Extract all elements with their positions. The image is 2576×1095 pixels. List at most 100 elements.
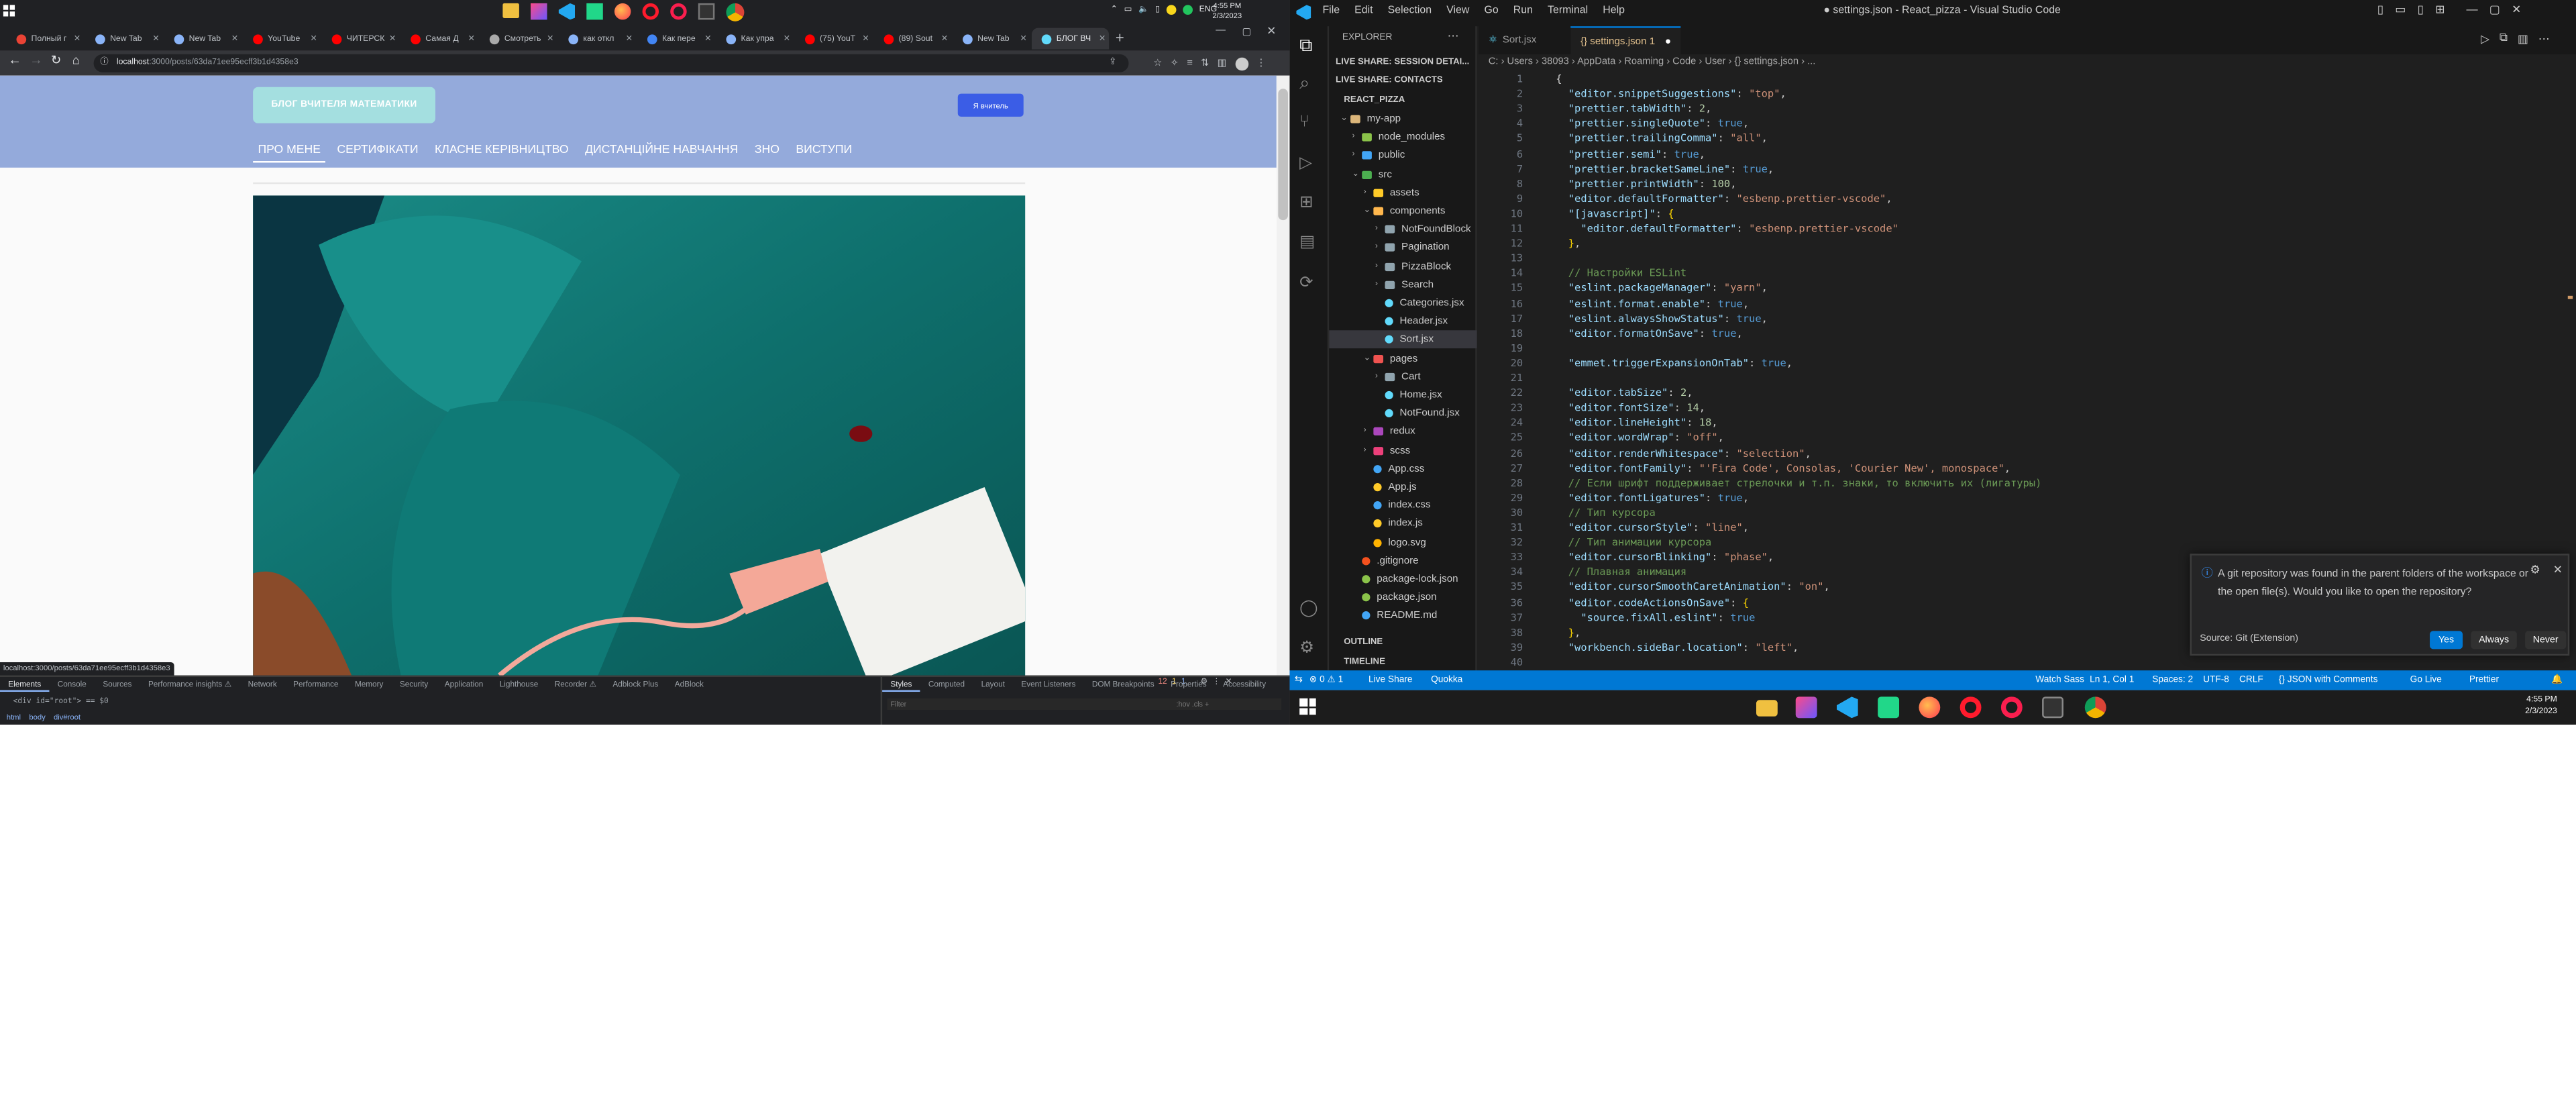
browser-tab[interactable]: ЧИТЕРСК ✕ [322, 28, 399, 50]
browser-tab[interactable]: (89) Sout ✕ [874, 28, 951, 50]
cursor-position[interactable]: Ln 1, Col 1 [2090, 670, 2134, 690]
tree-item[interactable]: › public [1329, 147, 1477, 165]
unsaved-dot-icon[interactable]: ● [1665, 36, 1671, 47]
section-outline[interactable]: OUTLINE [1344, 637, 1383, 647]
devtools-tab[interactable]: Lighthouse [492, 682, 547, 690]
tree-item[interactable]: › scss [1329, 441, 1477, 460]
tree-item[interactable]: index.js [1329, 515, 1477, 533]
browser-tab[interactable]: БЛОГ ВЧ ✕ [1031, 28, 1110, 50]
tree-item[interactable]: › node_modules [1329, 128, 1477, 146]
run-debug-icon[interactable]: ▷ [1299, 154, 1312, 172]
live-share-status[interactable]: Live Share [1368, 670, 1413, 690]
browser-tab[interactable]: Смотреть ✕ [480, 28, 557, 50]
toggle-sidebar-icon[interactable]: ▯ [2377, 3, 2383, 17]
chevron-icon[interactable]: ⌄ [1340, 110, 1350, 128]
devtools-tab[interactable]: Recorder ⚠ [547, 682, 605, 690]
reload-icon[interactable]: ↻ [51, 52, 61, 67]
chrome-icon[interactable] [726, 3, 745, 21]
vscode-close-icon[interactable]: ✕ [2512, 3, 2521, 17]
styles-pane-tab[interactable]: Accessibility [1215, 682, 1274, 690]
notification-close-icon[interactable]: ✕ [2553, 564, 2563, 576]
tab-close-icon[interactable]: ✕ [152, 34, 159, 44]
tray-app-icon-2[interactable] [1183, 5, 1193, 15]
tree-item[interactable]: › Search [1329, 276, 1477, 294]
tray-app-icon[interactable] [1166, 5, 1177, 15]
chevron-icon[interactable]: ⌄ [1352, 165, 1362, 183]
more-actions-icon[interactable]: ⋯ [2538, 33, 2550, 46]
menu-item[interactable]: Terminal [1548, 5, 1588, 16]
tab-close-icon[interactable]: ✕ [941, 34, 948, 44]
menu-item[interactable]: Edit [1354, 5, 1373, 16]
tree-item[interactable]: › redux [1329, 423, 1477, 441]
menu-item[interactable]: Selection [1388, 5, 1432, 16]
styles-pane-tab[interactable]: Layout [973, 682, 1013, 690]
taskbar-terminal-icon[interactable] [2042, 696, 2063, 719]
network-icon[interactable]: ▭ [1124, 5, 1132, 15]
tree-item[interactable]: ⌄ pages [1329, 350, 1477, 368]
chevron-icon[interactable]: › [1364, 441, 1374, 460]
section-timeline[interactable]: TIMELINE [1344, 658, 1385, 668]
home-icon[interactable]: ⌂ [72, 52, 80, 67]
devtools-tab[interactable]: AdBlock [667, 682, 712, 690]
tree-item[interactable]: Home.jsx [1329, 386, 1477, 405]
taskbar-vscode-icon[interactable] [1836, 696, 1858, 719]
section-live-share-contacts[interactable]: LIVE SHARE: CONTACTS [1336, 76, 1443, 86]
language-mode-status[interactable]: {} JSON with Comments [2279, 670, 2378, 690]
tree-item[interactable]: package-lock.json [1329, 570, 1477, 588]
prettier-status[interactable]: Prettier [2469, 670, 2499, 690]
opera-gx-icon[interactable] [670, 3, 687, 20]
profile-avatar[interactable] [1234, 56, 1248, 70]
taskbar-file-explorer-icon[interactable] [1756, 700, 1778, 717]
taskbar-jetbrains-icon[interactable] [1795, 696, 1817, 719]
pycharm-icon[interactable] [586, 3, 603, 20]
windows-start-icon[interactable] [3, 5, 15, 17]
yes-button[interactable]: Yes [2430, 631, 2463, 649]
nav-item[interactable]: СЕРТИФІКАТИ [332, 140, 423, 162]
address-bar[interactable]: ⓘ localhost:3000/posts/63da71ee95ecff3b1… [93, 54, 1129, 72]
menu-item[interactable]: Run [1513, 5, 1533, 16]
live-share-icon[interactable]: ⟳ [1299, 274, 1313, 293]
devtools-tab[interactable]: Performance insights ⚠ [140, 682, 240, 690]
source-control-icon[interactable]: ⑂ [1299, 113, 1309, 132]
browser-tab[interactable]: Полный г ✕ [7, 28, 84, 50]
dom-crumb[interactable]: body [29, 713, 45, 721]
indentation-status[interactable]: Spaces: 2 [2152, 670, 2193, 690]
menu-item[interactable]: File [1322, 5, 1340, 16]
never-button[interactable]: Never [2525, 631, 2567, 649]
customize-layout-icon[interactable]: ⊞ [2435, 3, 2445, 17]
tree-item[interactable]: Header.jsx [1329, 313, 1477, 331]
tab-close-icon[interactable]: ✕ [784, 34, 790, 44]
chevron-icon[interactable]: › [1375, 239, 1385, 257]
menu-kebab-icon[interactable]: ⋮ [1256, 58, 1267, 69]
menu-item[interactable]: Help [1603, 5, 1625, 16]
tree-item[interactable]: › PizzaBlock [1329, 257, 1477, 275]
devtools-tab[interactable]: Adblock Plus [604, 682, 666, 690]
menu-item[interactable]: Go [1484, 5, 1498, 16]
accounts-icon[interactable]: ◯ [1299, 600, 1318, 618]
tree-item[interactable]: logo.svg [1329, 533, 1477, 552]
tab-close-icon[interactable]: ✕ [704, 34, 711, 44]
editor-tab-sort[interactable]: ⚛ Sort.jsx [1479, 26, 1546, 54]
tree-item[interactable]: NotFound.jsx [1329, 405, 1477, 423]
browser-tab[interactable]: New Tab ✕ [953, 28, 1030, 50]
bookmark-star-icon[interactable]: ☆ [1153, 58, 1162, 69]
styles-filter[interactable]: Filter :hov .cls + [887, 698, 1282, 710]
tree-item[interactable]: ⌄ components [1329, 202, 1477, 220]
firefox-icon[interactable] [614, 3, 631, 20]
chevron-up-icon[interactable]: ⌃ [1111, 5, 1118, 15]
search-icon[interactable]: ⌕ [1299, 74, 1309, 95]
browser-tab[interactable]: New Tab ✕ [164, 28, 241, 50]
encoding-status[interactable]: UTF-8 [2203, 670, 2229, 690]
chevron-icon[interactable]: ⌄ [1364, 202, 1374, 220]
tree-item[interactable]: › Cart [1329, 368, 1477, 386]
tree-item[interactable]: › NotFoundBlock [1329, 221, 1477, 239]
tree-item[interactable]: ⌄ my-app [1329, 110, 1477, 128]
browser-tab[interactable]: (75) YouT ✕ [795, 28, 872, 50]
tree-item[interactable]: › assets [1329, 184, 1477, 202]
taskbar-clock[interactable]: 4:55 PM 2/3/2023 [2525, 695, 2557, 718]
reading-list-icon[interactable]: ⇅ [1201, 58, 1209, 69]
remote-explorer-icon[interactable]: ▤ [1299, 233, 1315, 252]
devtools-tab[interactable]: Security [392, 682, 437, 690]
back-icon[interactable]: ← [8, 52, 21, 67]
extensions-icon[interactable]: ✧ [1171, 58, 1179, 69]
